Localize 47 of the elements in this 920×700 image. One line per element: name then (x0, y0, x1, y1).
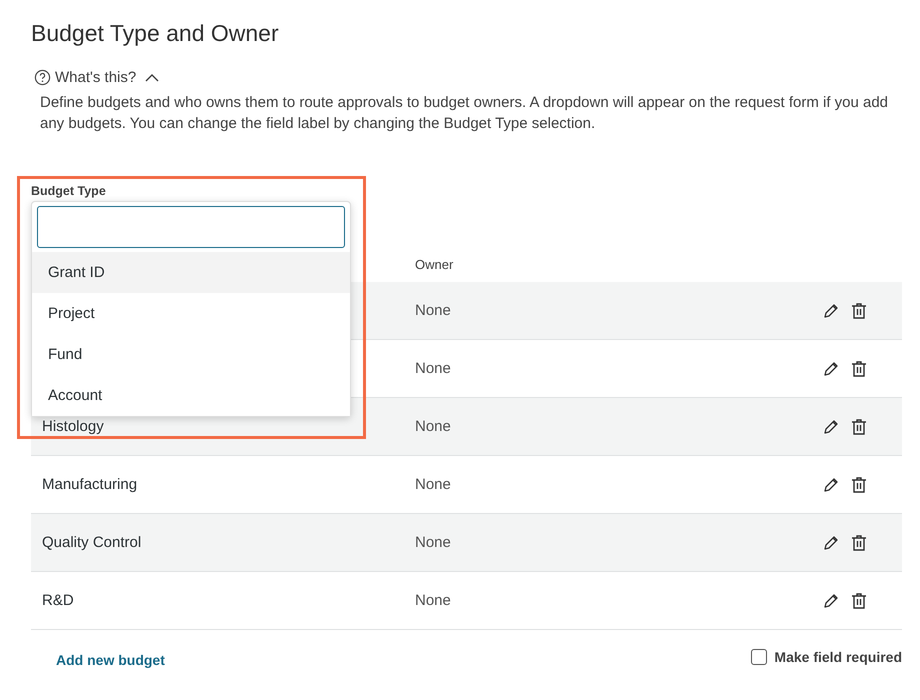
edit-button[interactable] (822, 476, 840, 494)
help-icon (34, 69, 51, 86)
budget-name: Histology (42, 418, 105, 435)
owner-cell-text: None (415, 534, 452, 551)
delete-button[interactable] (850, 534, 868, 552)
pencil-icon (822, 418, 840, 436)
budget-name: Manufacturing (42, 476, 138, 493)
edit-button[interactable] (822, 418, 840, 436)
required-checkbox[interactable]: Make field required (751, 649, 902, 665)
pencil-icon (822, 592, 840, 610)
owner-cell-text: None (415, 360, 452, 377)
column-header: Owner (415, 257, 454, 272)
dropdown-option[interactable]: Grant ID (32, 252, 350, 293)
description: Define budgets and who owns them to route approvals to budget owners. A dropdown will appear on the request form if you add any budgets. You can change the field label by changing the Budget Type selection. (40, 93, 890, 134)
owner-cell-text: None (415, 592, 452, 609)
page-title: Budget Type and Owner (31, 20, 280, 47)
budget-name: Quality Control (42, 534, 142, 551)
owner-cell-text: None (415, 302, 452, 319)
budget-name: R&D (42, 592, 75, 609)
dropdown-option[interactable]: Account (32, 375, 350, 416)
edit-button[interactable] (822, 592, 840, 610)
help-toggle[interactable]: What's this? (31, 69, 160, 86)
owner-cell-text: None (415, 476, 452, 493)
owner-cell-text: None (415, 418, 452, 435)
dropdown-option[interactable]: Project (32, 293, 350, 334)
edit-button[interactable] (822, 360, 840, 378)
pencil-icon (822, 302, 840, 320)
delete-button[interactable] (850, 476, 868, 494)
pencil-icon (822, 476, 840, 494)
pencil-icon (822, 360, 840, 378)
trash-icon (850, 360, 868, 378)
trash-icon (850, 476, 868, 494)
delete-button[interactable] (850, 418, 868, 436)
add-budget-link[interactable]: Add new budget (56, 652, 165, 668)
search-field[interactable] (37, 206, 345, 248)
edit-button[interactable] (822, 302, 840, 320)
field-label: Budget Type (31, 184, 107, 199)
edit-button[interactable] (822, 534, 840, 552)
trash-icon (850, 534, 868, 552)
delete-button[interactable] (850, 302, 868, 320)
pencil-icon (822, 534, 840, 552)
dropdown-option[interactable]: Fund (32, 334, 350, 375)
trash-icon (850, 592, 868, 610)
delete-button[interactable] (850, 360, 868, 378)
trash-icon (850, 302, 868, 320)
delete-button[interactable] (850, 592, 868, 610)
trash-icon (850, 418, 868, 436)
